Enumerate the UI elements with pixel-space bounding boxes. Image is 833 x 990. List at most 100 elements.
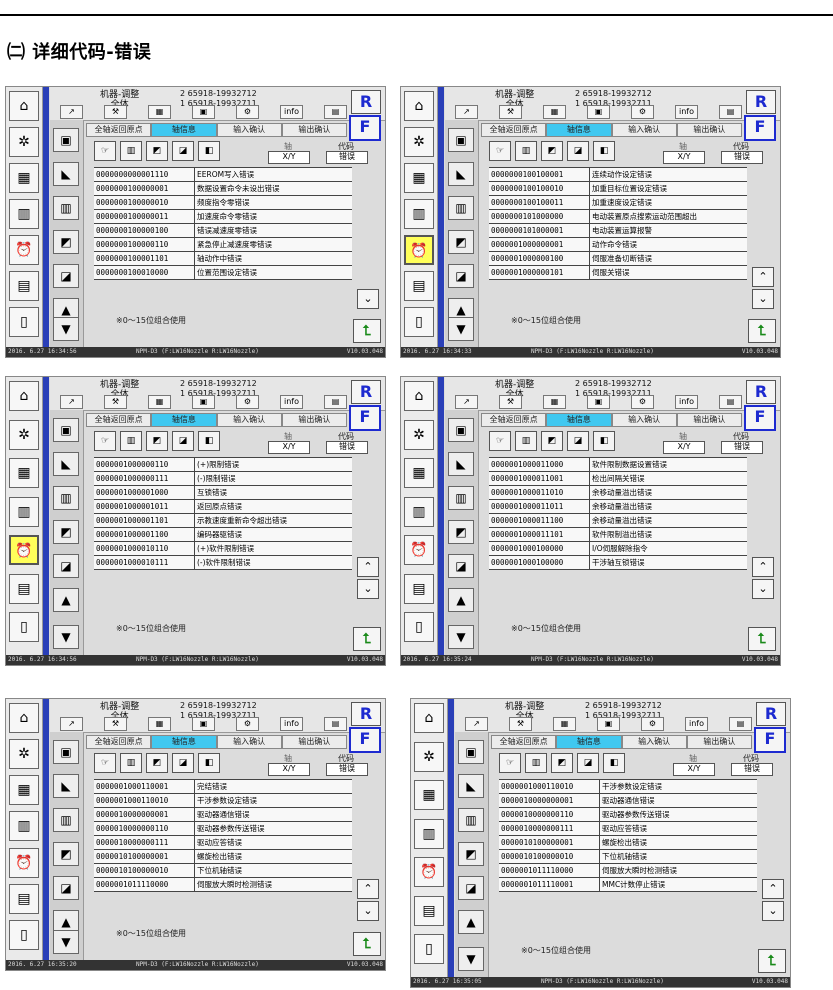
tray-icon[interactable]: ◪	[53, 264, 79, 288]
tray-icon[interactable]: ◪	[577, 753, 599, 773]
feeder-icon[interactable]: ▥	[120, 431, 142, 451]
tab-2[interactable]: 轴信息	[546, 413, 612, 427]
gear-icon[interactable]: ⚙	[631, 105, 654, 119]
info-icon[interactable]: info	[280, 395, 303, 409]
panel-icon[interactable]: ▣	[192, 717, 215, 731]
return-button[interactable]: ⮤	[353, 319, 381, 343]
gear-icon[interactable]: ⚙	[236, 105, 259, 119]
pcb-icon[interactable]: ▤	[9, 573, 39, 604]
scroll-down-button[interactable]: ⌄	[762, 901, 784, 921]
feeder-icon[interactable]: ▥	[515, 141, 537, 161]
board-icon[interactable]: ▦	[404, 163, 434, 193]
return-button[interactable]: ⮤	[748, 319, 776, 343]
gear-icon[interactable]: ⚙	[236, 717, 259, 731]
chart-icon[interactable]: ▥	[404, 496, 434, 527]
home-icon[interactable]: ⌂	[9, 703, 39, 733]
board-icon[interactable]: ▦	[9, 458, 39, 489]
tab-2[interactable]: 轴信息	[151, 413, 217, 427]
chart-icon[interactable]: ▥	[9, 496, 39, 527]
alarm-icon[interactable]: ⏰	[9, 235, 39, 265]
axis-value[interactable]: X/Y	[663, 151, 705, 164]
front-button[interactable]: F	[754, 727, 786, 753]
scroll-up-button[interactable]: ⌃	[752, 557, 774, 577]
feeder-icon[interactable]: ▥	[120, 753, 142, 773]
feeder-icon[interactable]: ▥	[458, 808, 484, 832]
axis-value[interactable]: X/Y	[268, 441, 310, 454]
scroll-up-button[interactable]: ⌃	[752, 267, 774, 287]
scroll-down-icon[interactable]: ▼	[53, 625, 79, 649]
grid-icon[interactable]: ▦	[553, 717, 576, 731]
nozzle-icon[interactable]: ◩	[458, 842, 484, 866]
tab-1[interactable]: 全轴返回原点	[481, 413, 547, 427]
board-icon[interactable]: ◧	[198, 431, 220, 451]
tab-4[interactable]: 输出确认	[676, 123, 742, 137]
tab-4[interactable]: 输出确认	[676, 413, 742, 427]
gear-icon[interactable]: ⚙	[641, 717, 664, 731]
tab-3[interactable]: 输入确认	[621, 735, 687, 749]
scroll-down-icon[interactable]: ▼	[448, 625, 474, 649]
tab-1[interactable]: 全轴返回原点	[481, 123, 547, 137]
chart-icon[interactable]: ▥	[414, 818, 444, 849]
tab-4[interactable]: 输出确认	[281, 735, 347, 749]
link-icon[interactable]: ↗	[60, 717, 83, 731]
grid-icon[interactable]: ▦	[543, 105, 566, 119]
board-icon[interactable]: ▦	[414, 780, 444, 811]
tool-icon[interactable]: ◣	[53, 452, 79, 476]
panel-icon[interactable]: ▣	[587, 395, 610, 409]
tab-3[interactable]: 输入确认	[611, 413, 677, 427]
chart-icon[interactable]: ▥	[9, 811, 39, 842]
rear-button[interactable]: R	[756, 702, 786, 726]
scroll-up-button[interactable]: ⌃	[357, 879, 379, 899]
doc-icon[interactable]: ▤	[324, 717, 347, 731]
pcb-icon[interactable]: ▤	[404, 573, 434, 604]
fan-icon[interactable]: ✲	[404, 127, 434, 157]
panel-icon[interactable]: ▣	[458, 740, 484, 764]
tool-icon[interactable]: ◣	[458, 774, 484, 798]
code-value[interactable]: 错误	[721, 441, 763, 454]
device-icon[interactable]: ▯	[9, 307, 39, 337]
axis-value[interactable]: X/Y	[268, 763, 310, 776]
nozzle-icon[interactable]: ◩	[551, 753, 573, 773]
return-button[interactable]: ⮤	[758, 949, 786, 973]
fan-icon[interactable]: ✲	[414, 741, 444, 772]
panel-icon[interactable]: ▣	[192, 105, 215, 119]
doc-icon[interactable]: ▤	[324, 395, 347, 409]
home-icon[interactable]: ⌂	[9, 91, 39, 121]
tray-icon[interactable]: ◪	[172, 431, 194, 451]
rear-button[interactable]: R	[351, 380, 381, 404]
device-icon[interactable]: ▯	[9, 612, 39, 643]
tab-4[interactable]: 输出确认	[686, 735, 752, 749]
rear-button[interactable]: R	[351, 90, 381, 114]
board-icon[interactable]: ▦	[404, 458, 434, 489]
doc-icon[interactable]: ▤	[729, 717, 752, 731]
device-icon[interactable]: ▯	[414, 934, 444, 965]
gear-icon[interactable]: ⚙	[631, 395, 654, 409]
link-icon[interactable]: ↗	[465, 717, 488, 731]
tab-2[interactable]: 轴信息	[151, 123, 217, 137]
scroll-down-icon[interactable]: ▼	[448, 317, 474, 341]
nozzle-icon[interactable]: ◩	[541, 431, 563, 451]
tab-3[interactable]: 输入确认	[216, 413, 282, 427]
grid-icon[interactable]: ▦	[148, 105, 171, 119]
wrench-icon[interactable]: ⚒	[509, 717, 532, 731]
device-icon[interactable]: ▯	[404, 612, 434, 643]
code-value[interactable]: 错误	[326, 441, 368, 454]
fan-icon[interactable]: ✲	[9, 419, 39, 450]
alarm-icon[interactable]: ⏰	[9, 535, 39, 566]
link-icon[interactable]: ↗	[455, 395, 478, 409]
home-icon[interactable]: ⌂	[414, 703, 444, 733]
scroll-down-button[interactable]: ⌄	[752, 289, 774, 309]
link-icon[interactable]: ↗	[60, 395, 83, 409]
nozzle-icon[interactable]: ◩	[53, 842, 79, 866]
alarm-icon[interactable]: ⏰	[414, 857, 444, 888]
tool-icon[interactable]: ◣	[448, 452, 474, 476]
hand-icon[interactable]: ☞	[94, 753, 116, 773]
hand-icon[interactable]: ☞	[489, 141, 511, 161]
grid-icon[interactable]: ▦	[543, 395, 566, 409]
scroll-down-icon[interactable]: ▼	[458, 947, 484, 971]
code-value[interactable]: 错误	[731, 763, 773, 776]
doc-icon[interactable]: ▤	[324, 105, 347, 119]
feeder-icon[interactable]: ▥	[53, 808, 79, 832]
tray-icon[interactable]: ◪	[448, 554, 474, 578]
nozzle-icon[interactable]: ◩	[53, 520, 79, 544]
